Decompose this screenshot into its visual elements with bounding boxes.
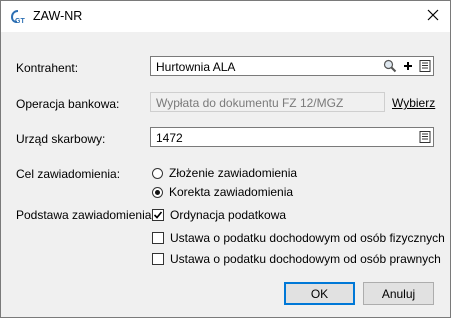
checkbox-ustawa-prawne[interactable]: Ustawa o podatku dochodowym od osób praw… [152,251,441,267]
radio-indicator [152,167,163,179]
svg-text:GT: GT [15,18,25,25]
radio-zlozenie[interactable]: Złożenie zawiadomienia [152,165,297,181]
wybierz-link[interactable]: Wybierz [392,96,435,110]
checkbox-ordynacja[interactable]: Ordynacja podatkowa [152,207,286,223]
kontrahent-label: Kontrahent: [16,61,79,75]
list-icon[interactable] [418,59,432,73]
radio-label: Złożenie zawiadomienia [169,166,298,180]
close-button[interactable] [416,1,450,32]
urzad-label: Urząd skarbowy: [16,132,106,146]
cancel-button[interactable]: Anuluj [363,282,434,305]
radio-korekta[interactable]: Korekta zawiadomienia [152,184,293,200]
window-title: ZAW-NR [33,9,83,23]
cel-label: Cel zawiadomienia: [16,167,121,181]
close-icon [427,9,439,24]
urzad-value: 1472 [156,131,183,145]
title-bar: GT ZAW-NR [1,1,450,32]
urzad-field[interactable]: 1472 [150,127,434,147]
list-icon[interactable] [418,130,432,144]
radio-label: Korekta zawiadomienia [169,185,294,199]
kontrahent-field[interactable]: Hurtownia ALA [150,56,434,76]
operacja-value: Wypłata do dokumentu FZ 12/MGZ [156,96,344,110]
operacja-label: Operacja bankowa: [16,97,120,111]
search-icon[interactable] [383,59,397,73]
podstawa-label: Podstawa zawiadomienia: [16,208,155,222]
add-icon[interactable] [401,59,415,73]
checkbox-ustawa-fizyczne[interactable]: Ustawa o podatku dochodowym od osób fizy… [152,230,445,246]
checkbox-label: Ustawa o podatku dochodowym od osób praw… [170,252,441,266]
checkbox-label: Ustawa o podatku dochodowym od osób fizy… [170,231,445,245]
radio-indicator [152,186,163,198]
checkbox-indicator [152,232,164,244]
checkbox-indicator [152,253,164,265]
dialog-window: GT ZAW-NR Kontrahent: Hurtownia ALA Oper… [0,0,451,318]
gt-logo-icon: GT [10,9,26,25]
operacja-field: Wypłata do dokumentu FZ 12/MGZ [150,92,385,112]
ok-button[interactable]: OK [284,282,355,305]
kontrahent-value: Hurtownia ALA [156,60,236,74]
checkbox-indicator [152,209,164,221]
checkbox-label: Ordynacja podatkowa [170,208,287,222]
checkmark-icon [153,211,163,219]
